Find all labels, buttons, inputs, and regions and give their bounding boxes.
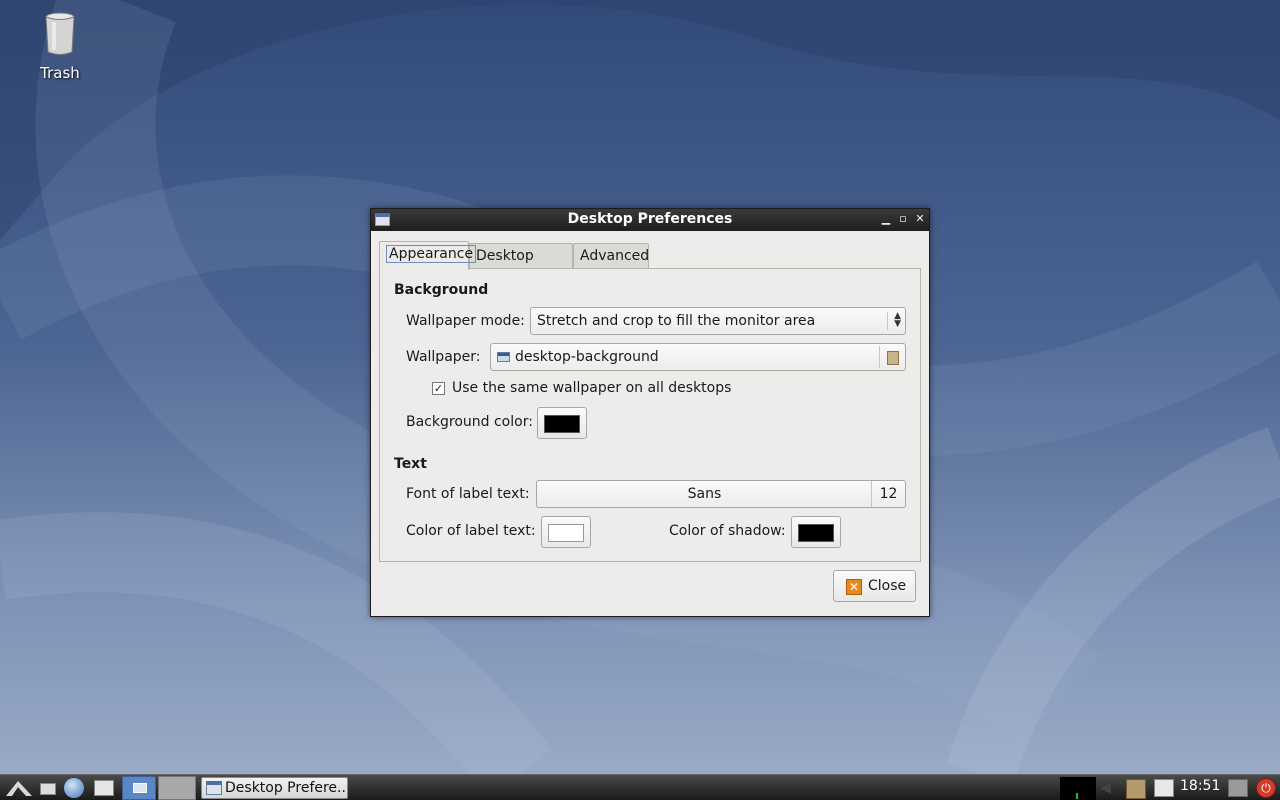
close-icon: ✕ [846,579,862,595]
minimize-icon[interactable]: ▁ [879,212,893,226]
taskbar: Desktop Prefere... ◀ 18:51 ⏻ [0,774,1280,800]
wallpaper-mode-select[interactable]: Stretch and crop to fill the monitor are… [530,307,906,335]
updown-arrows-icon: ▲ ▼ [887,312,901,330]
wallpaper-mode-label: Wallpaper mode: [406,313,525,329]
label-color-label: Color of label text: [406,523,536,539]
bg-color-button[interactable] [537,407,587,439]
desktop-background: Trash Desktop Preferences ▁ ▫ ✕ Appearan… [0,0,1280,774]
tab-advanced[interactable]: Advanced [573,243,649,269]
maximize-icon[interactable]: ▫ [896,212,910,226]
trash-desktop-icon[interactable]: Trash [28,12,92,82]
text-section-title: Text [394,456,427,472]
taskbar-task-label: Desktop Prefere... [225,780,348,796]
power-icon[interactable]: ⏻ [1256,778,1276,798]
desktop-preferences-window: Desktop Preferences ▁ ▫ ✕ Appearance Des… [370,208,930,617]
network-icon[interactable] [1154,779,1174,797]
window-switch-icon[interactable] [94,780,114,796]
appearance-panel: Background Wallpaper mode: Stretch and c… [379,268,921,562]
tab-appearance[interactable]: Appearance [379,241,477,270]
folder-icon[interactable] [879,346,903,368]
same-wallpaper-label[interactable]: Use the same wallpaper on all desktops [452,380,731,396]
workspace-1[interactable] [122,776,156,800]
window-icon [206,781,222,795]
shadow-color-swatch [798,524,834,542]
close-button-label: Close [868,578,907,594]
trash-icon [45,12,75,55]
font-size: 12 [871,481,905,507]
same-wallpaper-checkbox[interactable]: ✓ [432,382,445,395]
clock[interactable]: 18:51 [1180,778,1220,794]
wallpaper-mode-value: Stretch and crop to fill the monitor are… [537,313,816,329]
font-label: Font of label text: [406,486,530,502]
volume-icon[interactable]: ◀ [1100,780,1120,796]
font-button[interactable]: Sans 12 [536,480,906,508]
start-menu-icon[interactable] [4,778,34,798]
workspace-2[interactable] [158,776,196,800]
wallpaper-file-chooser[interactable]: desktop-background [490,343,906,371]
label-color-swatch [548,524,584,542]
trash-label: Trash [40,64,80,82]
cpu-monitor[interactable] [1060,777,1096,800]
show-desktop-icon[interactable] [40,783,56,795]
screen-lock-icon[interactable] [1228,779,1248,797]
close-window-icon[interactable]: ✕ [913,212,927,226]
close-button[interactable]: ✕ Close [833,570,916,602]
shadow-color-label: Color of shadow: [669,523,786,539]
window-title: Desktop Preferences [567,211,733,227]
background-section-title: Background [394,282,489,298]
tab-desktop-icons[interactable]: Desktop Icons [469,243,573,288]
image-file-icon [497,352,510,362]
shadow-color-button[interactable] [791,516,841,548]
clipboard-icon[interactable] [1126,779,1146,799]
font-name: Sans [687,486,722,502]
wallpaper-value: desktop-background [515,349,659,365]
bg-color-label: Background color: [406,414,533,430]
browser-icon[interactable] [64,778,84,798]
wallpaper-label: Wallpaper: [406,349,481,365]
taskbar-window-button[interactable]: Desktop Prefere... [201,777,348,799]
bg-color-swatch [544,415,580,433]
label-color-button[interactable] [541,516,591,548]
window-titlebar[interactable]: Desktop Preferences ▁ ▫ ✕ [371,209,929,231]
